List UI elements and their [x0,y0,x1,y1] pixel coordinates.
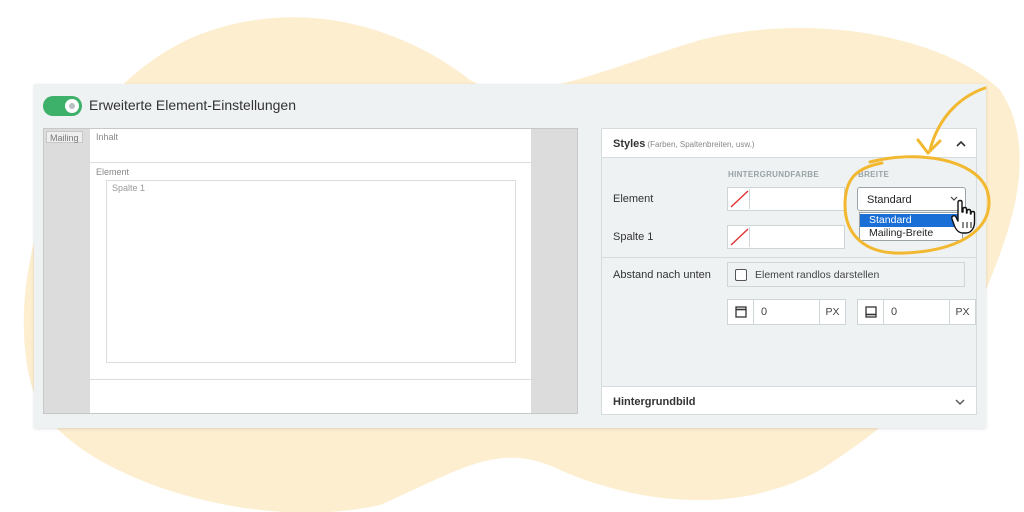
padding-top-icon [728,300,754,324]
no-color-swatch-icon[interactable] [729,189,750,209]
dropdown-option-mailing-width[interactable]: Mailing-Breite [860,227,962,240]
styles-title: Styles (Farben, Spaltenbreiten, usw.) [613,138,755,150]
width-dropdown: Standard Mailing-Breite [859,212,963,241]
toggle-knob [65,99,79,113]
content-canvas: Inhalt Element Spalte 1 [90,129,531,413]
element-bottom-divider [90,379,531,380]
element-settings-panel: Erweiterte Element-Einstellungen Mailing… [34,84,986,428]
content-divider [90,162,531,163]
styles-header[interactable]: Styles (Farben, Spaltenbreiten, usw.) [602,129,976,158]
styles-subtitle: (Farben, Spaltenbreiten, usw.) [647,140,755,149]
element-color-field[interactable] [727,187,845,211]
borderless-checkbox[interactable] [735,269,747,281]
spacing-top-unit: PX [819,300,845,324]
width-select[interactable]: Standard [857,187,966,211]
spacing-label: Abstand nach unten [613,269,711,281]
mailing-tag[interactable]: Mailing [46,131,83,143]
chevron-down-icon [950,196,958,201]
chevron-down-icon[interactable] [954,396,966,408]
spacing-top-field[interactable]: 0 PX [727,299,846,325]
row-label-column: Spalte 1 [613,231,654,243]
width-select-value: Standard [867,194,912,206]
dropdown-option-standard[interactable]: Standard [860,214,962,227]
chevron-up-icon[interactable] [955,138,967,150]
spacing-bottom-value[interactable]: 0 [891,306,897,318]
mailing-preview: Mailing Inhalt Element Spalte 1 [43,128,578,414]
column-color-field[interactable] [727,225,845,249]
spacing-bottom-field[interactable]: 0 PX [857,299,976,325]
panel-title: Erweiterte Element-Einstellungen [89,97,296,113]
padding-bottom-icon [858,300,884,324]
background-image-title: Hintergrundbild [613,396,696,408]
advanced-settings-toggle[interactable] [43,96,82,116]
background-image-section[interactable]: Hintergrundbild [602,386,976,414]
section-divider [602,257,976,258]
row-label-element: Element [613,193,654,205]
spacing-bottom-unit: PX [949,300,975,324]
column-header-background: HINTERGRUNDFARBE [728,170,820,179]
element-tag[interactable]: Element [96,167,129,177]
styles-card: Styles (Farben, Spaltenbreiten, usw.) HIN… [601,128,977,415]
column-tag: Spalte 1 [112,183,146,193]
column-box[interactable]: Spalte 1 [106,180,516,363]
inhalt-tag[interactable]: Inhalt [96,132,118,142]
no-color-swatch-icon[interactable] [729,227,750,247]
borderless-option[interactable]: Element randlos darstellen [727,262,965,287]
column-header-width: BREITE [858,170,890,179]
borderless-label: Element randlos darstellen [755,269,880,281]
spacing-top-value[interactable]: 0 [761,306,767,318]
